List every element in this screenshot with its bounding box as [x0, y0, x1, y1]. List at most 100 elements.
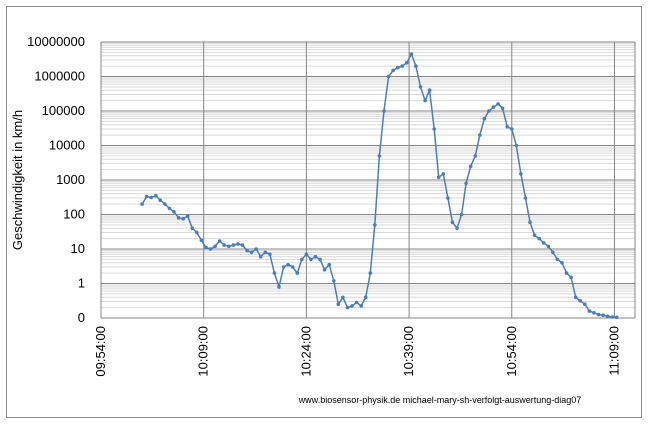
data-point — [359, 304, 364, 308]
data-point — [254, 247, 258, 251]
data-point — [332, 279, 336, 283]
data-point — [446, 196, 450, 200]
data-point — [249, 250, 254, 255]
data-point — [596, 312, 601, 317]
y-tick-label: 1000000 — [34, 69, 85, 84]
data-point — [395, 65, 400, 70]
data-point — [418, 85, 423, 89]
data-point — [181, 217, 185, 221]
data-point — [532, 233, 537, 238]
data-point — [290, 265, 295, 269]
data-point — [144, 194, 149, 199]
data-point — [322, 268, 327, 272]
data-point — [154, 193, 158, 198]
x-tick-label: 11:09:00 — [606, 326, 621, 376]
data-point — [263, 250, 268, 255]
data-point — [528, 220, 532, 224]
y-tick-label: 1 — [78, 276, 85, 291]
data-point — [345, 305, 350, 310]
data-point — [245, 248, 249, 253]
data-point — [514, 143, 519, 148]
x-tick-label: 10:39:00 — [401, 326, 416, 377]
data-point — [313, 254, 318, 259]
data-point — [199, 238, 204, 242]
data-point — [176, 216, 181, 220]
grid — [100, 41, 635, 319]
data-point — [300, 257, 304, 262]
data-point — [614, 315, 619, 320]
data-point — [432, 127, 437, 131]
data-point — [459, 212, 464, 217]
data-point — [167, 206, 172, 211]
data-point — [240, 243, 245, 247]
x-tick-labels: 09:54:00 10:09:00 10:24:00 10:39:00 10:54:00… — [93, 326, 621, 377]
data-point — [386, 74, 391, 79]
data-point — [363, 295, 368, 300]
data-point — [455, 226, 459, 230]
data-point — [468, 164, 473, 169]
data-point — [450, 220, 455, 224]
y-tick-label: 1000 — [56, 172, 85, 187]
data-point — [523, 196, 528, 200]
data-point — [350, 304, 354, 308]
line-chart: 1000000010000001000001000010001001010 09… — [10, 34, 636, 405]
data-point — [400, 64, 405, 68]
data-point — [163, 202, 167, 206]
data-point — [336, 302, 341, 307]
data-point — [377, 154, 382, 158]
data-point — [318, 257, 322, 262]
data-point — [258, 254, 263, 259]
y-tick-label: 10000 — [49, 138, 85, 153]
data-point — [195, 230, 199, 235]
data-point — [573, 295, 578, 300]
y-tick-label: 10000000 — [27, 34, 85, 49]
data-point — [605, 314, 610, 319]
y-tick-labels: 1000000010000001000001000010001001010 — [27, 34, 85, 325]
data-point — [373, 223, 377, 227]
data-point — [327, 262, 332, 267]
data-point — [268, 252, 272, 257]
data-point — [368, 271, 373, 275]
data-point — [601, 313, 605, 318]
data-point — [541, 241, 546, 245]
data-point — [158, 198, 163, 202]
data-point — [487, 109, 491, 113]
data-point — [231, 243, 236, 247]
x-tick-label: 10:54:00 — [504, 326, 519, 377]
data-point — [286, 262, 290, 267]
data-point — [436, 175, 441, 180]
x-tick-label: 09:54:00 — [93, 326, 108, 377]
data-point — [551, 250, 555, 255]
y-tick-label: 10 — [71, 241, 85, 256]
data-point — [213, 244, 217, 249]
data-point — [140, 202, 144, 206]
data-point — [304, 252, 309, 257]
data-point — [464, 181, 468, 186]
y-tick-label: 100000 — [42, 103, 85, 118]
data-point — [491, 105, 496, 109]
data-point — [354, 300, 359, 305]
credit-text: www.biosensor-physik.de michael-mary-sh-… — [298, 395, 582, 405]
data-point — [217, 239, 222, 243]
data-point — [569, 275, 573, 280]
data-point — [204, 245, 208, 250]
data-point — [172, 210, 176, 214]
data-point — [583, 302, 587, 307]
x-tick-label: 10:09:00 — [196, 326, 211, 377]
data-point — [592, 311, 596, 315]
y-tick-label: 100 — [63, 207, 85, 222]
data-point — [295, 271, 300, 275]
data-point — [587, 309, 592, 313]
data-point — [277, 285, 281, 289]
data-point — [441, 172, 446, 176]
data-point — [500, 106, 505, 111]
y-axis-title: Geschwindigkeit in km/h — [10, 110, 25, 250]
data-point — [222, 243, 226, 247]
data-point — [423, 98, 427, 103]
data-point — [281, 265, 286, 269]
data-point — [427, 88, 432, 92]
data-point — [227, 244, 231, 249]
data-point — [496, 102, 500, 106]
data-point — [341, 295, 345, 300]
data-point — [473, 154, 478, 158]
